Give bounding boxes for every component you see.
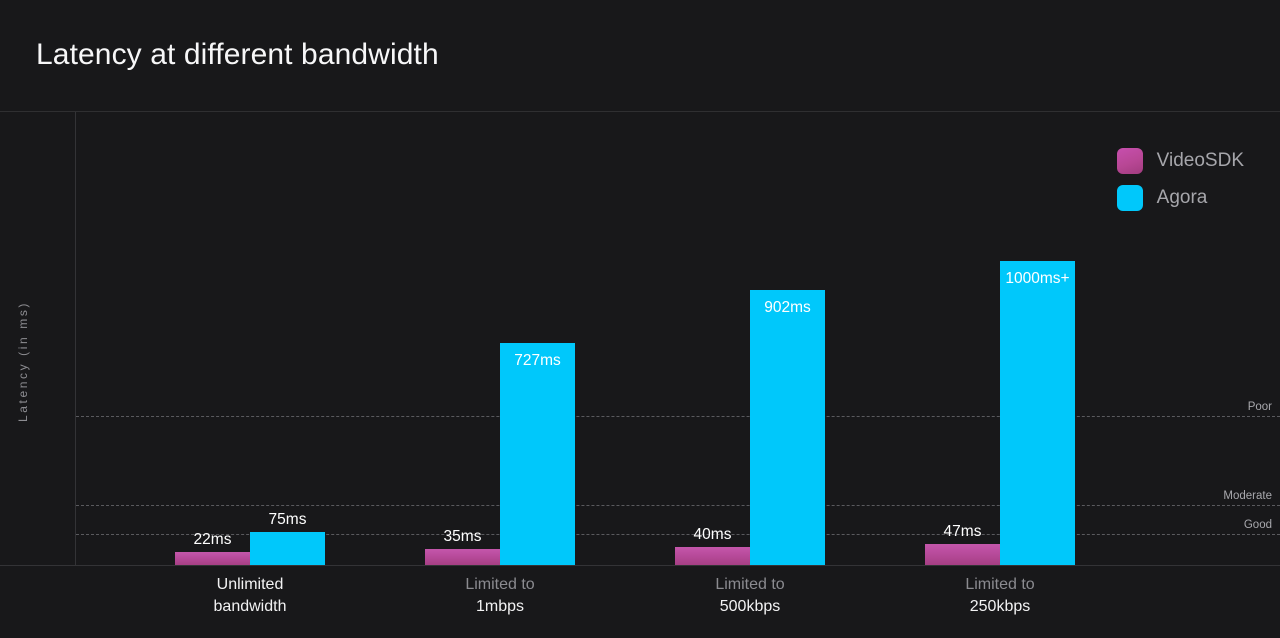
bar-videosdk-unlimited-bandwidth[interactable]: 22ms xyxy=(175,531,250,565)
bar-videosdk-limited-250kbps[interactable]: 47ms xyxy=(925,523,1000,565)
bar-agora-limited-500kbps[interactable]: 902ms xyxy=(750,290,825,565)
bar-value-agora-limited-1mbps: 727ms xyxy=(514,352,561,369)
x-tick-limited-500kbps-line1: Limited to xyxy=(715,576,785,593)
bar-agora-unlimited-bandwidth[interactable]: 75ms xyxy=(250,511,325,565)
bar-value-agora-limited-250kbps: 1000ms+ xyxy=(1005,270,1070,287)
x-tick-limited-250kbps: Limited to 250kbps xyxy=(885,574,1115,618)
x-tick-limited-250kbps-line1: Limited to xyxy=(965,576,1035,593)
bar-videosdk-limited-500kbps[interactable]: 40ms xyxy=(675,526,750,565)
bar-agora-limited-1mbps[interactable]: 727ms xyxy=(500,343,575,565)
bar-value-videosdk-unlimited-bandwidth: 22ms xyxy=(193,531,232,548)
x-tick-limited-1mbps-line1: Limited to xyxy=(465,576,535,593)
x-tick-limited-500kbps-line2: 500kbps xyxy=(719,598,781,615)
x-tick-limited-250kbps-line2: 250kbps xyxy=(969,598,1031,615)
bar-value-agora-unlimited-bandwidth: 75ms xyxy=(268,511,307,528)
x-tick-limited-1mbps: Limited to 1mbps xyxy=(385,574,615,618)
bar-value-videosdk-limited-250kbps: 47ms xyxy=(943,523,982,540)
bar-videosdk-limited-1mbps[interactable]: 35ms xyxy=(425,528,500,565)
x-tick-limited-1mbps-line2: 1mbps xyxy=(475,598,525,615)
bar-group-unlimited-bandwidth: 22ms 75ms xyxy=(175,112,325,565)
bar-group-limited-250kbps: 47ms 1000ms+ xyxy=(925,112,1075,565)
x-tick-limited-500kbps: Limited to 500kbps xyxy=(635,574,865,618)
x-tick-unlimited-bandwidth-line2: bandwidth xyxy=(213,598,287,615)
bar-value-videosdk-limited-1mbps: 35ms xyxy=(443,528,482,545)
plot-area: Latency (in ms) Poor Moderate Good Video… xyxy=(0,112,1280,566)
bar-agora-limited-250kbps[interactable]: 1000ms+ xyxy=(1000,261,1075,565)
x-tick-unlimited-bandwidth-line1: Unlimited xyxy=(216,576,284,593)
bars-layer: 22ms 75ms 35ms 727ms 40ms 902ms 47ms 100… xyxy=(0,112,1280,566)
chart-page: Latency at different bandwidth Latency (… xyxy=(0,0,1280,638)
bar-value-videosdk-limited-500kbps: 40ms xyxy=(693,526,732,543)
x-tick-unlimited-bandwidth: Unlimited bandwidth xyxy=(135,574,365,618)
chart-header: Latency at different bandwidth xyxy=(0,0,1280,112)
page-title: Latency at different bandwidth xyxy=(36,38,439,71)
bar-value-agora-limited-500kbps: 902ms xyxy=(764,299,811,316)
bar-group-limited-1mbps: 35ms 727ms xyxy=(425,112,575,565)
x-axis-tick-labels: Unlimited bandwidth Limited to 1mbps Lim… xyxy=(0,566,1280,638)
bar-group-limited-500kbps: 40ms 902ms xyxy=(675,112,825,565)
